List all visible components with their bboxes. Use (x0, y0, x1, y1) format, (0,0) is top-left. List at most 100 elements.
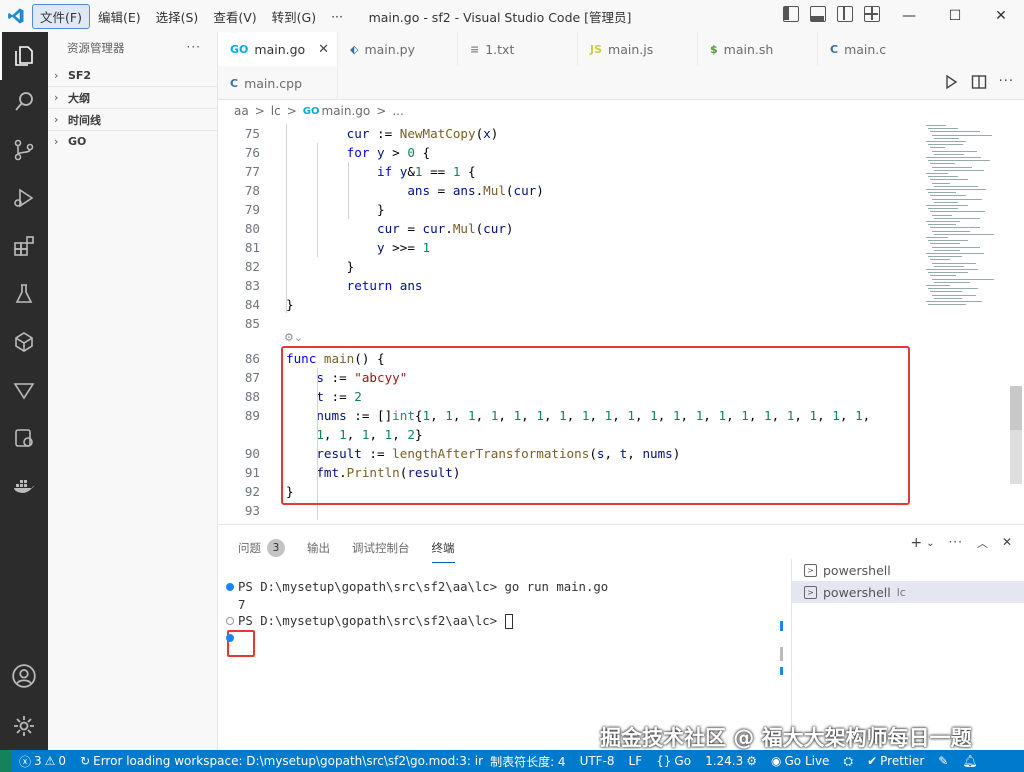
remote-indicator[interactable] (0, 750, 12, 772)
explorer-icon[interactable] (0, 32, 38, 80)
minimap-line (934, 265, 964, 267)
terminal-list-item[interactable]: > powershell lc (792, 581, 1024, 603)
tab-output[interactable]: 输出 (307, 537, 330, 559)
menu-file[interactable]: 文件(F) (32, 3, 90, 29)
run-file-icon[interactable] (943, 74, 959, 93)
tab-main-sh[interactable]: $ main.sh (698, 32, 818, 66)
tab-main-py[interactable]: ⬖ main.py (338, 32, 458, 66)
tab-main-cpp[interactable]: Cmain.cpp (218, 66, 338, 100)
chevron-right-icon: › (54, 113, 59, 126)
code-text: return ans (286, 278, 423, 293)
minimap-line (928, 224, 956, 226)
maximize-button[interactable]: ☐ (932, 0, 978, 32)
minimap-line (926, 141, 966, 142)
code-text: y >>= 1 (286, 240, 431, 255)
close-window-button[interactable]: ✕ (978, 0, 1024, 32)
source-control-icon[interactable] (10, 136, 38, 164)
toggle-sidebar-icon[interactable] (783, 6, 799, 22)
minimap-line (932, 166, 972, 168)
minimap[interactable] (920, 122, 1008, 312)
toggle-secondary-sidebar-icon[interactable] (837, 6, 853, 22)
code-line[interactable]: 84} (218, 295, 1008, 314)
terminal-icon: > (804, 585, 817, 599)
tab-1-txt[interactable]: ≡ 1.txt (458, 32, 578, 66)
customize-layout-icon[interactable] (864, 6, 880, 22)
editor-scrollbar[interactable] (1008, 122, 1024, 524)
tab-problems[interactable]: 问题 3 (238, 537, 285, 559)
code-line[interactable]: 79 } (218, 200, 1008, 219)
menu-edit[interactable]: 编辑(E) (91, 5, 148, 28)
remote-containers-icon[interactable] (10, 424, 38, 452)
menu-go[interactable]: 转到(G) (265, 5, 323, 28)
close-panel-icon[interactable]: ✕ (1002, 535, 1012, 551)
run-debug-icon[interactable] (10, 184, 38, 212)
breadcrumb-file[interactable]: main.go (322, 104, 371, 118)
sidebar-section-outline[interactable]: › 大纲 (48, 86, 217, 108)
minimap-line (926, 269, 978, 270)
account-icon[interactable] (10, 662, 38, 690)
vscode-logo-icon (0, 0, 32, 32)
line-number: 85 (244, 316, 260, 331)
search-icon[interactable] (10, 88, 38, 116)
gitlens-icon[interactable] (10, 376, 38, 404)
manage-gear-icon[interactable] (10, 712, 38, 740)
prettier-status[interactable]: ✔ Prettier (860, 754, 931, 768)
go-version-status[interactable]: 1.24.3 ⚙ (698, 754, 764, 768)
menu-view[interactable]: 查看(V) (206, 5, 263, 28)
copilot-icon[interactable]: ⛭ (836, 754, 860, 769)
extensions-icon[interactable] (10, 232, 38, 260)
minimize-button[interactable]: — (886, 0, 932, 32)
line-number: 78 (244, 183, 260, 198)
code-line[interactable]: 80 cur = cur.Mul(cur) (218, 219, 1008, 238)
code-line[interactable]: 78 ans = ans.Mul(cur) (218, 181, 1008, 200)
chevron-down-icon[interactable]: ⌄ (926, 538, 934, 551)
feedback-icon[interactable]: ✎ (931, 754, 955, 768)
workspace-error-status[interactable]: ↻ Error loading workspace: D:\mysetup\gop… (73, 754, 483, 768)
minimap-line (930, 179, 968, 181)
code-line[interactable]: 83 return ans (218, 276, 1008, 295)
encoding-status[interactable]: UTF-8 (573, 754, 622, 768)
terminal-list-item[interactable]: > powershell (792, 559, 1024, 581)
close-tab-icon[interactable]: ✕ (318, 42, 329, 57)
breadcrumb-separator: > (376, 104, 387, 118)
split-editor-icon[interactable] (971, 74, 987, 93)
menu-selection[interactable]: 选择(S) (149, 5, 206, 28)
language-status[interactable]: {} Go (649, 754, 698, 768)
go-live-status[interactable]: ◉ Go Live (764, 754, 836, 768)
code-line[interactable]: 75 cur := NewMatCopy(x) (218, 124, 1008, 143)
notifications-bell-icon[interactable]: 🔔︎ (955, 754, 984, 768)
sidebar-section-timeline[interactable]: › 时间线 (48, 108, 217, 130)
tab-size-status[interactable]: 制表符长度: 4 (483, 753, 573, 770)
testing-flask-icon[interactable] (10, 280, 38, 308)
sidebar-section-sf2[interactable]: › SF2 (48, 64, 217, 86)
eol-status[interactable]: LF (622, 754, 650, 768)
code-line[interactable]: 81 y >>= 1 (218, 238, 1008, 257)
sidebar-more-icon[interactable]: ··· (187, 40, 201, 54)
tab-debug-console[interactable]: 调试控制台 (352, 537, 410, 559)
code-line[interactable]: 85 (218, 314, 1008, 333)
line-number: 90 (244, 446, 260, 461)
breadcrumb-aa[interactable]: aa (234, 104, 249, 118)
tab-terminal[interactable]: 终端 (431, 537, 455, 563)
code-line[interactable]: 82 } (218, 257, 1008, 276)
breadcrumb-symbol[interactable]: ... (392, 104, 403, 118)
breadcrumb-lc[interactable]: lc (271, 104, 281, 118)
tab-main-go[interactable]: GO main.go ✕ (218, 32, 338, 66)
tab-main-c[interactable]: Cmain.c (818, 32, 1024, 66)
sidebar-section-go[interactable]: › GO (48, 130, 217, 152)
code-line[interactable]: 77 if y&1 == 1 { (218, 162, 1008, 181)
tab-main-js[interactable]: JS main.js (578, 32, 698, 66)
problems-status[interactable]: ⓧ 3 ⚠ 0 (12, 753, 73, 770)
docker-icon[interactable] (10, 472, 38, 500)
code-line[interactable]: 76 for y > 0 { (218, 143, 1008, 162)
remote-explorer-icon[interactable] (10, 328, 38, 356)
maximize-panel-icon[interactable]: ︿ (977, 535, 988, 551)
more-icon[interactable]: ··· (948, 535, 962, 551)
python-file-icon: ⬖ (350, 42, 359, 56)
new-terminal-icon[interactable]: + (910, 535, 922, 551)
chevron-right-icon: › (54, 135, 59, 148)
activity-bar (0, 32, 48, 750)
more-actions-icon[interactable]: ··· (999, 74, 1014, 93)
toggle-panel-icon[interactable] (810, 6, 826, 22)
go-env-icon: ⚙ (746, 754, 757, 768)
